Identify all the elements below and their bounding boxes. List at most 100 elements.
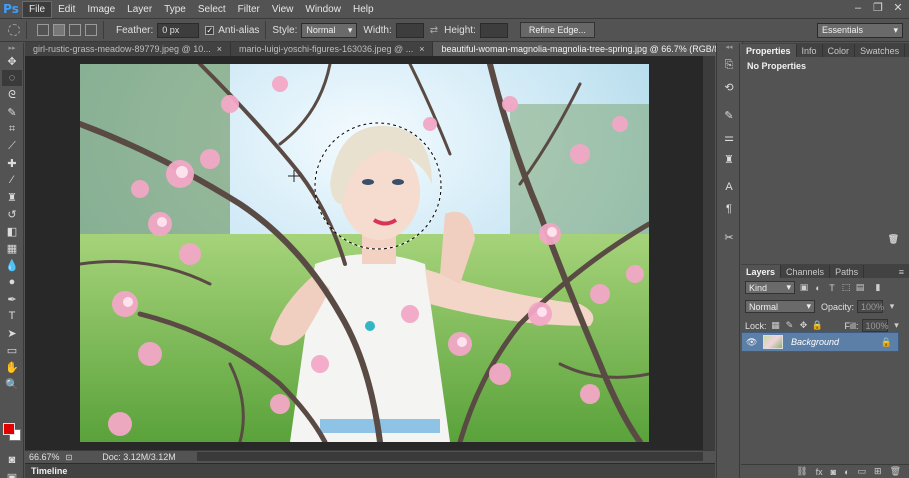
menu-layer[interactable]: Layer [121,2,158,17]
workspace-select[interactable]: Essentials ▾ [817,22,903,38]
menu-type[interactable]: Type [158,2,192,17]
swap-icon[interactable]: ⇄ [430,25,438,36]
pixel-filter-icon[interactable]: ▣ [799,282,809,293]
elliptical-marquee-tool-icon[interactable]: ◌ [2,70,22,86]
document-image[interactable] [80,64,649,442]
menu-select[interactable]: Select [192,2,232,17]
width-input[interactable] [395,22,424,38]
actions-icon[interactable]: ⟲ [720,79,738,95]
clone-stamp-tool-icon[interactable]: ♜ [2,189,22,205]
antialias-checkbox[interactable]: ✓ [205,25,215,35]
add-to-selection-icon[interactable] [53,24,65,36]
menu-view[interactable]: View [266,2,300,17]
style-select[interactable]: Normal ▾ [301,22,358,38]
blur-tool-icon[interactable]: 💧 [2,257,22,273]
share-icon[interactable]: ⊡ [66,453,73,462]
eye-icon[interactable]: 👁 [746,337,757,348]
adjustment-layer-icon[interactable]: ◐ [844,467,849,477]
history-icon[interactable]: ⎘ [720,57,738,73]
elliptical-marquee-icon[interactable] [8,24,20,36]
tab-document-1[interactable]: girl-rustic-grass-meadow-89779.jpeg @ 10… [25,42,231,56]
lock-transparent-icon[interactable]: ▦ [771,320,781,331]
tab-info[interactable]: Info [797,44,823,57]
gradient-tool-icon[interactable]: ▦ [2,240,22,256]
foreground-color-swatch[interactable] [3,423,15,435]
opacity-input[interactable]: 100% [857,300,884,313]
layer-row-background[interactable]: 👁 Background 🔒 [741,332,899,352]
refine-edge-button[interactable]: Refine Edge... [519,22,595,38]
brush-tool-icon[interactable]: ⁄ [2,172,22,188]
menu-image[interactable]: Image [81,2,121,17]
height-input[interactable] [479,22,508,38]
brush-settings-icon[interactable]: ⚌ [720,129,738,145]
vertical-scrollbar[interactable] [703,56,715,450]
type-tool-icon[interactable]: T [2,308,22,324]
lock-pixels-icon[interactable]: ✎ [785,320,795,331]
add-mask-icon[interactable]: ◙ [831,467,836,477]
eraser-tool-icon[interactable]: ◧ [2,223,22,239]
panel-grip-icon[interactable]: ◂◂ [720,43,738,51]
tab-color[interactable]: Color [823,44,856,57]
menu-help[interactable]: Help [347,2,380,17]
screen-mode-icon[interactable]: ▣ [2,469,22,478]
tab-document-2[interactable]: mario-luigi-yoschi-figures-163036.jpeg @… [231,42,434,56]
pen-tool-icon[interactable]: ✒ [2,291,22,307]
lock-position-icon[interactable]: ✥ [799,320,809,331]
character-icon[interactable]: A [720,179,738,195]
restore-icon[interactable]: ❐ [871,1,885,15]
type-filter-icon[interactable]: T [827,283,837,293]
tab-channels[interactable]: Channels [781,265,831,278]
brush-preset-icon[interactable]: ✎ [720,107,738,123]
close-icon[interactable]: × [419,44,424,54]
trash-icon[interactable]: 🗑 [890,466,901,477]
path-selection-tool-icon[interactable]: ➤ [2,325,22,341]
blend-mode-select[interactable]: Normal ▾ [745,300,815,313]
new-layer-icon[interactable]: ⊞ [874,466,882,477]
tool-presets-icon[interactable]: ✂ [720,229,738,245]
shape-filter-icon[interactable]: ⬚ [841,282,851,293]
paragraph-icon[interactable]: ¶ [720,201,738,217]
timeline-panel-tab[interactable]: Timeline [25,463,715,478]
lasso-tool-icon[interactable]: ᘓ [2,87,22,103]
chevron-down-icon[interactable]: ▾ [892,320,902,331]
smart-object-filter-icon[interactable]: ▤ [855,282,865,293]
zoom-tool-icon[interactable]: 🔍 [2,376,22,392]
fill-input[interactable]: 100% [861,319,889,332]
healing-brush-tool-icon[interactable]: ✚ [2,155,22,171]
tab-swatches[interactable]: Swatches [855,44,906,57]
lock-all-icon[interactable]: 🔒 [812,320,823,331]
panel-menu-icon[interactable]: ≡ [905,44,909,57]
panel-grip-icon[interactable]: ▸▸ [2,44,22,52]
menu-file[interactable]: File [22,0,53,18]
filter-toggle-icon[interactable]: ▮ [873,282,883,293]
tab-paths[interactable]: Paths [830,265,865,278]
zoom-level[interactable]: 66.67% [29,452,60,462]
chevron-down-icon[interactable]: ▾ [887,301,897,312]
eyedropper-tool-icon[interactable]: ⟋ [2,138,22,154]
tab-document-3[interactable]: beautiful-woman-magnolia-magnolia-tree-s… [433,42,743,56]
layer-style-icon[interactable]: fx [816,467,823,477]
crop-tool-icon[interactable]: ⌗ [2,121,22,137]
history-brush-tool-icon[interactable]: ↺ [2,206,22,222]
menu-filter[interactable]: Filter [232,2,266,17]
trash-icon[interactable]: 🗑 [888,234,899,245]
new-selection-icon[interactable] [37,24,49,36]
dodge-tool-icon[interactable]: ● [2,274,22,290]
kind-filter-select[interactable]: Kind ▾ [745,281,795,294]
hand-tool-icon[interactable]: ✋ [2,359,22,375]
close-icon[interactable]: × [217,44,222,54]
intersect-selection-icon[interactable] [85,24,97,36]
tab-properties[interactable]: Properties [741,44,797,57]
new-group-icon[interactable]: ▭ [858,466,867,477]
panel-menu-icon[interactable]: ≡ [894,265,909,278]
link-layers-icon[interactable]: ⛓ [796,466,807,477]
move-tool-icon[interactable]: ✥ [2,53,22,69]
horizontal-scrollbar[interactable] [197,452,703,461]
menu-edit[interactable]: Edit [52,2,81,17]
tab-layers[interactable]: Layers [741,265,782,278]
adjustment-filter-icon[interactable]: ◐ [813,283,823,293]
clone-source-icon[interactable]: ♜ [720,151,738,167]
close-icon[interactable]: ✕ [891,1,905,15]
minimize-icon[interactable]: – [851,1,865,15]
quick-mask-icon[interactable]: ◙ [2,452,22,468]
